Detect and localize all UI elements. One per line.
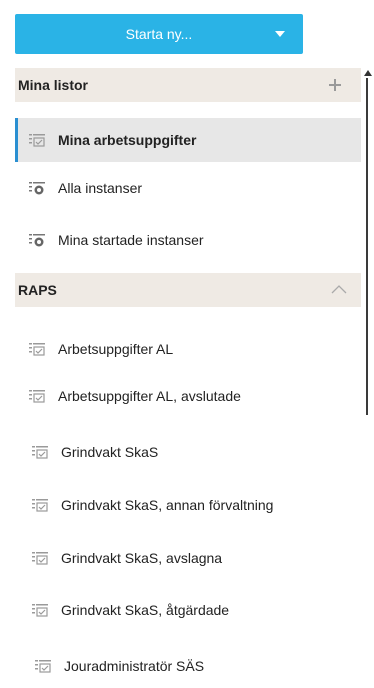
list-item-label: Jouradministratör SÄS: [64, 658, 205, 674]
list-item-raps[interactable]: Grindvakt SkaS, avslagna: [18, 536, 364, 580]
start-new-button[interactable]: Starta ny...: [15, 14, 303, 54]
chevron-up-icon[interactable]: [331, 284, 347, 294]
scrollbar[interactable]: [366, 78, 368, 415]
task-list-icon: [32, 446, 48, 459]
section-title: RAPS: [18, 282, 57, 298]
task-list-icon: [29, 343, 45, 356]
start-new-label: Starta ny...: [125, 26, 193, 42]
list-item-raps[interactable]: Grindvakt SkaS, annan förvaltning: [18, 483, 364, 527]
task-list-icon: [35, 660, 51, 673]
task-list-icon: [32, 552, 48, 565]
list-item-label: Grindvakt SkaS: [61, 444, 159, 460]
instance-list-icon: [29, 234, 45, 247]
section-header-my-lists[interactable]: Mina listor: [15, 68, 361, 102]
list-item-label: Arbetsuppgifter AL: [58, 341, 174, 357]
list-item-raps[interactable]: Jouradministratör SÄS: [21, 644, 367, 688]
list-item-label: Grindvakt SkaS, avslagna: [61, 550, 223, 566]
task-list-icon: [29, 390, 45, 403]
list-item-raps[interactable]: Grindvakt SkaS, åtgärdade: [18, 588, 364, 632]
section-title: Mina listor: [18, 77, 89, 93]
list-item-raps[interactable]: Arbetsuppgifter AL, avslutade: [15, 374, 361, 418]
list-item-label: Mina arbetsuppgifter: [58, 132, 197, 148]
list-item-label: Arbetsuppgifter AL, avslutade: [58, 388, 241, 404]
list-item-label: Alla instanser: [58, 180, 143, 196]
list-item-label: Grindvakt SkaS, annan förvaltning: [61, 497, 274, 513]
list-item-raps[interactable]: Arbetsuppgifter AL: [15, 327, 361, 371]
list-item-label: Mina startade instanser: [58, 232, 204, 248]
scroll-up-arrow-icon[interactable]: [364, 70, 372, 76]
list-item-label: Grindvakt SkaS, åtgärdade: [61, 602, 230, 618]
task-list-icon: [32, 499, 48, 512]
instance-list-icon: [29, 182, 45, 195]
list-item-raps[interactable]: Grindvakt SkaS: [18, 430, 364, 474]
list-item-my-started-instances[interactable]: Mina startade instanser: [15, 218, 361, 262]
task-list-icon: [32, 604, 48, 617]
task-list-icon: [29, 134, 45, 147]
list-item-all-instances[interactable]: Alla instanser: [15, 166, 361, 210]
section-header-raps[interactable]: RAPS: [15, 273, 361, 307]
caret-down-icon: [275, 31, 285, 37]
list-item-my-tasks[interactable]: Mina arbetsuppgifter: [15, 118, 361, 162]
add-list-icon[interactable]: [329, 79, 341, 91]
